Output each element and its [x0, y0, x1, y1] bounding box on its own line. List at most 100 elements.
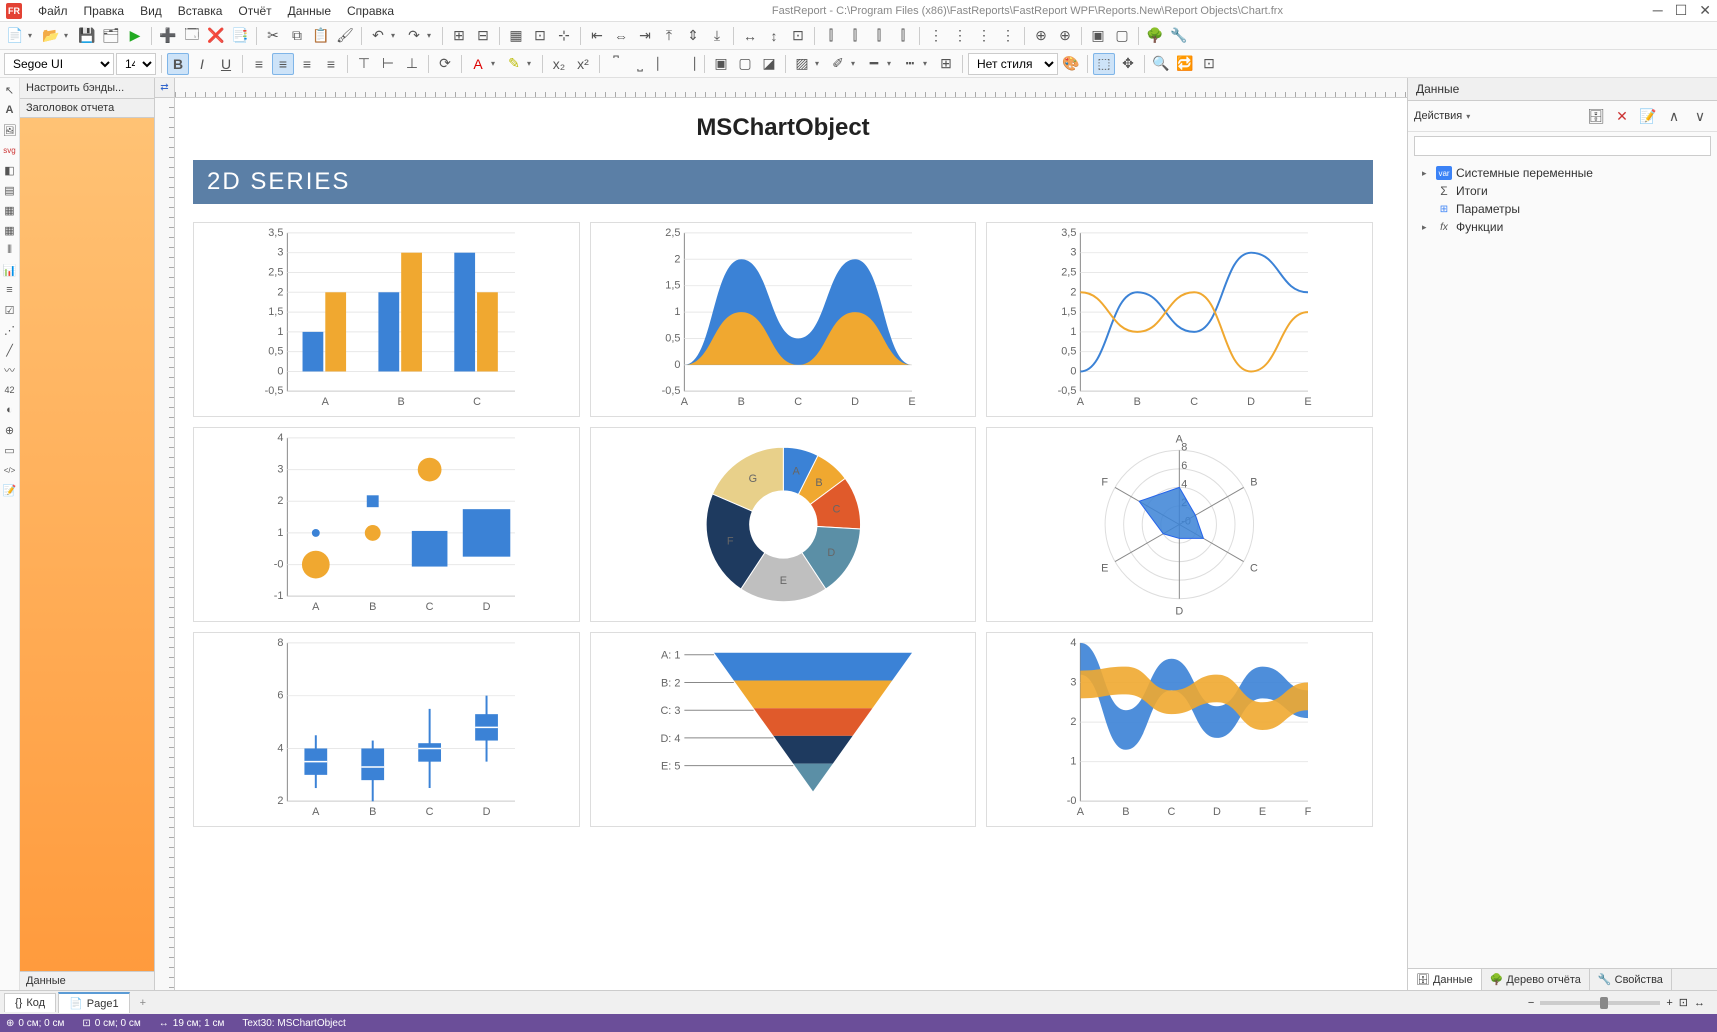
band-report-title[interactable]: Заголовок отчета: [20, 99, 154, 118]
italic-icon[interactable]: I: [191, 53, 213, 75]
ruler-horizontal[interactable]: [175, 78, 1407, 98]
add-datasource-icon[interactable]: 🗄: [1585, 105, 1607, 127]
align-center-icon[interactable]: ⇔: [610, 25, 632, 47]
rotate-icon[interactable]: ⟳: [434, 53, 456, 75]
rp-tab-tree[interactable]: 🌳Дерево отчёта: [1482, 969, 1590, 990]
shape-icon[interactable]: ◧: [2, 162, 18, 178]
cut-icon[interactable]: ✂: [262, 25, 284, 47]
halign-left-icon[interactable]: ≡: [248, 53, 270, 75]
border-top-icon[interactable]: ⎴: [605, 53, 627, 75]
paste-icon[interactable]: 📋: [310, 25, 332, 47]
line-style-icon[interactable]: ┅: [899, 53, 921, 75]
open-icon[interactable]: 📂: [40, 25, 62, 47]
minimize-icon[interactable]: ─: [1653, 2, 1663, 19]
zipcode-icon[interactable]: ≡: [2, 282, 18, 298]
valign-bot-icon[interactable]: ⊥: [401, 53, 423, 75]
zoom-out-icon[interactable]: −: [1528, 997, 1534, 1009]
tree-funcs[interactable]: ▸fxФункции: [1414, 218, 1711, 236]
copy-icon[interactable]: ⧉: [286, 25, 308, 47]
group-icon[interactable]: ⊞: [448, 25, 470, 47]
rem-v-icon[interactable]: ⋮: [997, 25, 1019, 47]
menu-view[interactable]: Вид: [132, 2, 170, 20]
chart-radar[interactable]: -02468ABCDEF: [986, 427, 1373, 622]
align-middle-icon[interactable]: ⇕: [682, 25, 704, 47]
ungroup-icon[interactable]: ⊟: [472, 25, 494, 47]
collapse-icon[interactable]: ∧: [1663, 105, 1685, 127]
digital-icon[interactable]: 42: [2, 382, 18, 398]
edit-icon[interactable]: 📝: [1637, 105, 1659, 127]
send-back-icon[interactable]: ▢: [1111, 25, 1133, 47]
font-size-select[interactable]: 14: [116, 53, 156, 75]
chart-line[interactable]: -0,500,511,522,533,5ABCDE: [986, 222, 1373, 417]
checkbox-icon[interactable]: ☑: [2, 302, 18, 318]
redo-icon[interactable]: ↷: [403, 25, 425, 47]
style-select[interactable]: Нет стиля: [968, 53, 1058, 75]
chart-boxplot[interactable]: 2468ABCD: [193, 632, 580, 827]
menu-help[interactable]: Справка: [339, 2, 402, 20]
align-bottom-icon[interactable]: ⤓: [706, 25, 728, 47]
border-bot-icon[interactable]: ⎵: [629, 53, 651, 75]
font-color-icon[interactable]: A: [467, 53, 489, 75]
tree-sysvars[interactable]: ▸varСистемные переменные: [1414, 164, 1711, 182]
halign-justify-icon[interactable]: ≡: [320, 53, 342, 75]
cellular-icon[interactable]: ⋰: [2, 322, 18, 338]
bold-icon[interactable]: B: [167, 53, 189, 75]
space-v-icon[interactable]: ⋮: [925, 25, 947, 47]
page-title[interactable]: MSChartObject: [175, 98, 1391, 152]
rem-h-icon[interactable]: ⫿: [892, 25, 914, 47]
tab-page1[interactable]: 📄Page1: [58, 992, 130, 1013]
dec-h-icon[interactable]: ⫿: [868, 25, 890, 47]
section-header[interactable]: 2D SERIES: [193, 160, 1373, 204]
ruler-vertical[interactable]: [155, 98, 175, 990]
same-size-icon[interactable]: ⊡: [787, 25, 809, 47]
preview-icon[interactable]: ▶: [124, 25, 146, 47]
chart-icon[interactable]: 📊: [2, 262, 18, 278]
html-icon[interactable]: ▭: [2, 442, 18, 458]
menu-file[interactable]: Файл: [30, 2, 76, 20]
font-family-select[interactable]: Segoe UI: [4, 53, 114, 75]
data-search-input[interactable]: [1414, 136, 1711, 156]
chart-bar[interactable]: -0,500,511,522,533,5ABC: [193, 222, 580, 417]
map-icon[interactable]: ⊕: [2, 422, 18, 438]
center-v-icon[interactable]: ⊕: [1054, 25, 1076, 47]
gauge-icon[interactable]: ◐: [2, 402, 18, 418]
sparkline-icon[interactable]: 〰: [2, 362, 18, 378]
add-page-button[interactable]: +: [132, 994, 154, 1012]
valign-mid-icon[interactable]: ⊢: [377, 53, 399, 75]
bring-front-icon[interactable]: ▣: [1087, 25, 1109, 47]
save-icon[interactable]: 💾: [76, 25, 98, 47]
pointer-icon[interactable]: ↖: [2, 82, 18, 98]
undo-icon[interactable]: ↶: [367, 25, 389, 47]
newpage-icon[interactable]: ➕: [157, 25, 179, 47]
snapgrid-icon[interactable]: ⊡: [529, 25, 551, 47]
border-right-icon[interactable]: ⎹: [677, 53, 699, 75]
editor-icon[interactable]: 📝: [2, 482, 18, 498]
replace-icon[interactable]: 🔁: [1174, 53, 1196, 75]
dec-v-icon[interactable]: ⋮: [973, 25, 995, 47]
tree-totals[interactable]: ΣИтоги: [1414, 182, 1711, 200]
same-width-icon[interactable]: ↔: [739, 25, 761, 47]
styles-designer-icon[interactable]: 🎨: [1060, 53, 1082, 75]
inc-h-icon[interactable]: ⫿: [844, 25, 866, 47]
border-props-icon[interactable]: ⊞: [935, 53, 957, 75]
rp-tab-props[interactable]: 🔧Свойства: [1590, 969, 1672, 990]
delete-icon[interactable]: ✕: [1611, 105, 1633, 127]
report-tree-icon[interactable]: 🌳: [1144, 25, 1166, 47]
zoom-fit-icon[interactable]: ⊡: [1679, 996, 1688, 1009]
table-icon[interactable]: ▦: [2, 202, 18, 218]
grid-icon[interactable]: ▦: [505, 25, 527, 47]
saveall-icon[interactable]: 🗂: [100, 25, 122, 47]
menu-edit[interactable]: Правка: [76, 2, 133, 20]
sup-icon[interactable]: x²: [572, 53, 594, 75]
line-width-icon[interactable]: ━: [863, 53, 885, 75]
chart-range-area[interactable]: -01234ABCDEF: [986, 632, 1373, 827]
pagesetup-icon[interactable]: 📑: [229, 25, 251, 47]
zoom-slider[interactable]: [1540, 1001, 1660, 1005]
formatpainter-icon[interactable]: 🖌: [334, 25, 356, 47]
barcode-icon[interactable]: ⦀: [2, 242, 18, 258]
border-all-icon[interactable]: ▣: [710, 53, 732, 75]
chart-area[interactable]: -0,500,511,522,5ABCDE: [590, 222, 977, 417]
actions-dropdown[interactable]: Действия: [1414, 110, 1462, 122]
menu-insert[interactable]: Вставка: [170, 2, 231, 20]
report-designer-canvas[interactable]: ⇄ MSChartObject 2D SERIES -0,500,511,522…: [155, 78, 1407, 990]
